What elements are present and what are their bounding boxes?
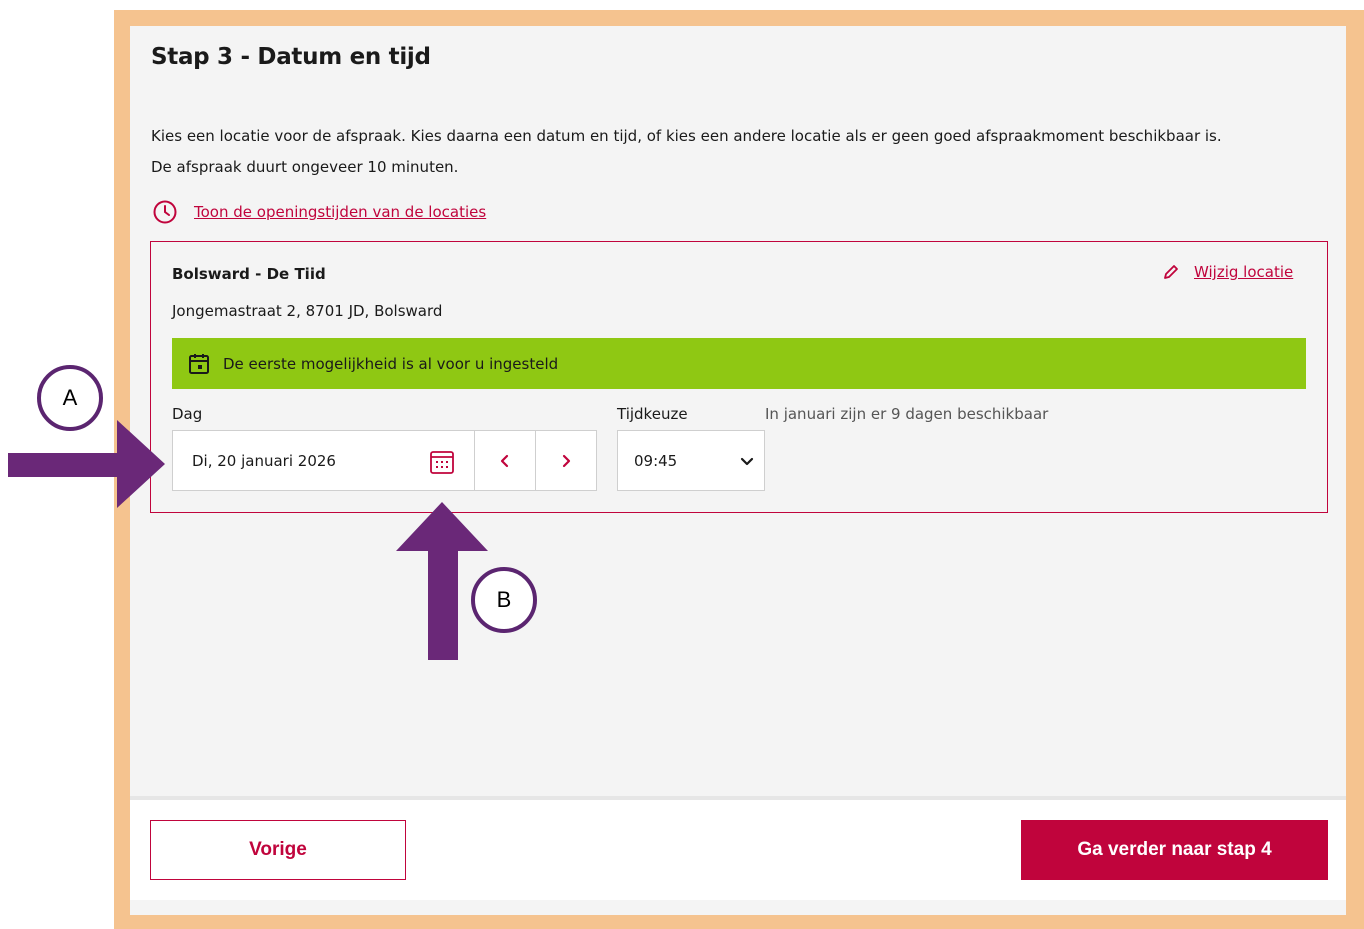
date-picker-button[interactable] [428,448,456,476]
footer-bottom-strip [130,900,1346,915]
previous-day-button[interactable] [474,430,536,491]
annotation-arrow-a [8,420,165,508]
next-day-button[interactable] [535,430,597,491]
time-label: Tijdkeuze [617,405,688,423]
next-step-button[interactable]: Ga verder naar stap 4 [1021,820,1328,880]
opening-hours-link-label: Toon de openingstijden van de locaties [194,203,487,221]
page-title: Stap 3 - Datum en tijd [151,44,431,70]
intro-text: Kies een locatie voor de afspraak. Kies … [151,121,1321,183]
location-address: Jongemastraat 2, 8701 JD, Bolsward [172,302,443,320]
time-value: 09:45 [634,451,678,470]
banner-text: De eerste mogelijkheid is al voor u inge… [223,354,559,373]
date-value: Di, 20 januari 2026 [192,451,336,470]
chevron-right-icon [562,454,571,467]
calendar-grid-icon [430,451,454,474]
availability-text: In januari zijn er 9 dagen beschikbaar [765,405,1049,423]
intro-line-1: Kies een locatie voor de afspraak. Kies … [151,127,1222,145]
time-select[interactable]: 09:45 [617,430,765,491]
calendar-icon [189,353,209,374]
annotation-marker-b: B [471,567,537,633]
chevron-down-icon [740,457,754,465]
annotation-marker-a: A [37,365,103,431]
previous-step-button[interactable]: Vorige [150,820,406,880]
first-slot-banner: De eerste mogelijkheid is al voor u inge… [172,338,1306,389]
pencil-icon [1164,265,1178,279]
opening-hours-link[interactable]: Toon de openingstijden van de locaties [152,199,486,225]
chevron-left-icon [500,454,509,467]
location-name: Bolsward - De Tiid [172,265,326,283]
change-location-label: Wijzig locatie [1194,263,1294,281]
intro-line-2: De afspraak duurt ongeveer 10 minuten. [151,158,459,176]
day-label: Dag [172,405,203,423]
change-location-link[interactable]: Wijzig locatie [1162,263,1293,281]
clock-icon [153,200,177,224]
